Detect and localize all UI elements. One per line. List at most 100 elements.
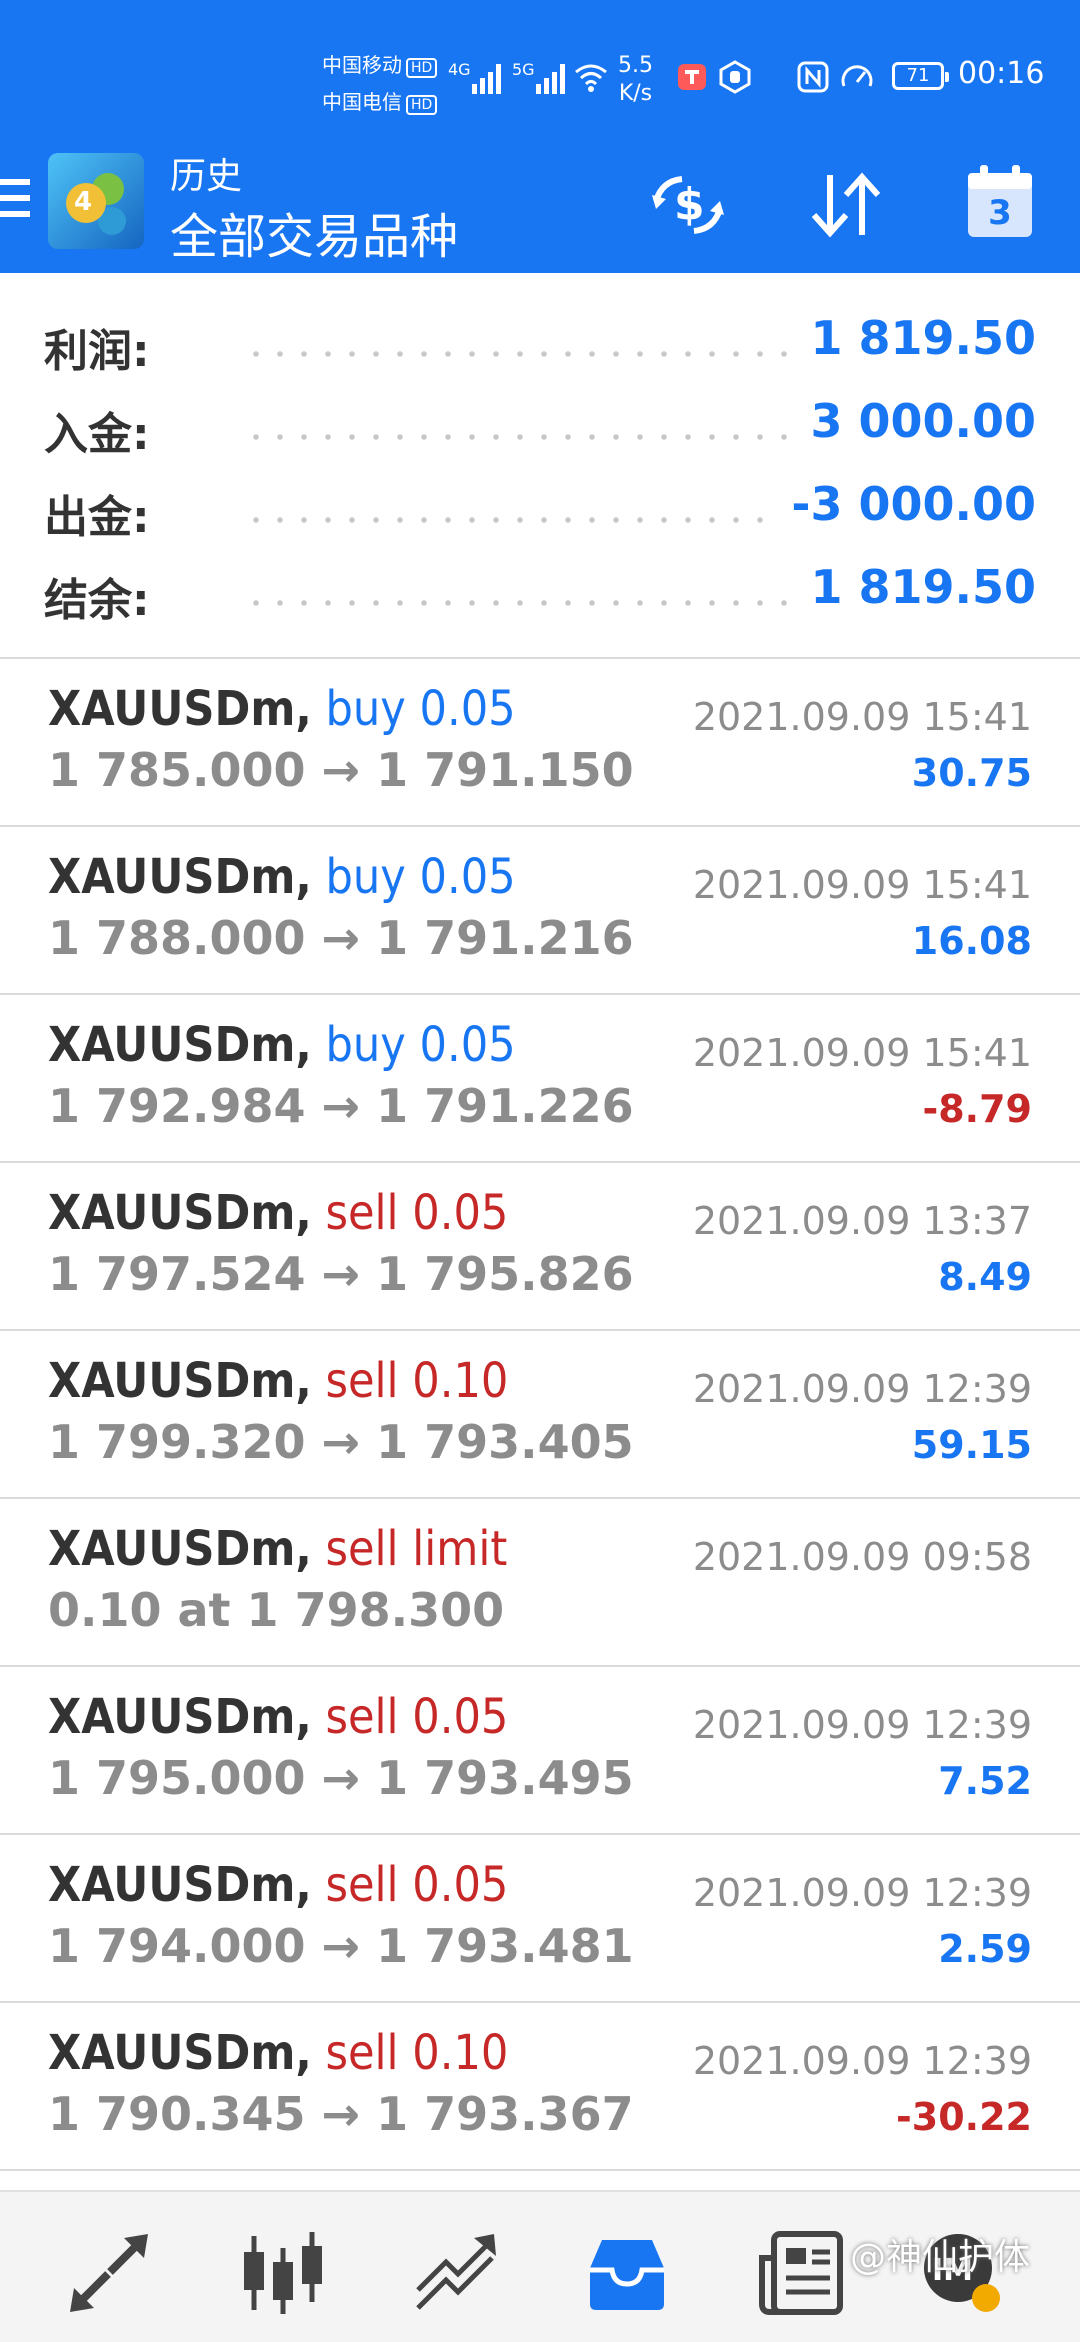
- trade-time: 2021.09.09 15:41: [692, 863, 1032, 907]
- app-notification-icon: [678, 64, 706, 90]
- trade-symbol: XAUUSDm,: [48, 1353, 312, 1409]
- trade-row[interactable]: XAUUSDm, sell 0.05 1 794.000 → 1 793.481 2…: [0, 1835, 1080, 2003]
- history-icon[interactable]: [582, 2228, 672, 2318]
- trade-prices: 1 794.000 → 1 793.481: [48, 1919, 634, 1973]
- summary-value: 1 819.50: [810, 560, 1036, 614]
- clock: 00:16: [958, 56, 1045, 91]
- trade-time: 2021.09.09 12:39: [692, 1703, 1032, 1747]
- trade-title: XAUUSDm, buy 0.05: [48, 681, 516, 737]
- trade-icon[interactable]: [412, 2228, 502, 2318]
- trade-prices: 1 799.320 → 1 793.405: [48, 1415, 634, 1469]
- trade-title: XAUUSDm, sell 0.05: [48, 1185, 508, 1241]
- trade-profit: 59.15: [911, 1423, 1032, 1467]
- chart-icon[interactable]: [238, 2228, 328, 2318]
- trade-symbol: XAUUSDm,: [48, 849, 312, 905]
- trade-title: XAUUSDm, buy 0.05: [48, 849, 516, 905]
- menu-icon[interactable]: [0, 179, 30, 225]
- summary-row-withdrawal: 出金: -3 000.00: [44, 467, 1036, 547]
- trade-type: buy 0.05: [325, 849, 516, 905]
- svg-text:$: $: [674, 179, 705, 230]
- trade-time: 2021.09.09 15:41: [692, 1031, 1032, 1075]
- summary-row-deposit: 入金: 3 000.00: [44, 384, 1036, 464]
- trade-time: 2021.09.09 15:41: [692, 695, 1032, 739]
- trade-prices: 1 788.000 → 1 791.216: [48, 911, 634, 965]
- trade-time: 2021.09.09 12:39: [692, 2039, 1032, 2083]
- trade-time: 2021.09.09 09:58: [692, 1535, 1032, 1579]
- network-speed: 5.5 K/s: [618, 52, 653, 108]
- app-bar: 4 历史 全部交易品种 $ 3: [0, 135, 1080, 273]
- trade-type: sell 0.10: [325, 2025, 509, 2081]
- summary-label: 利润:: [44, 326, 150, 377]
- dotted-leader: [244, 434, 796, 440]
- symbol-filter-title[interactable]: 全部交易品种: [170, 197, 458, 267]
- trade-profit: 16.08: [911, 919, 1032, 963]
- trade-type: sell limit: [325, 1521, 508, 1577]
- trade-time: 2021.09.09 12:39: [692, 1871, 1032, 1915]
- trade-time: 2021.09.09 13:37: [692, 1199, 1032, 1243]
- trade-title: XAUUSDm, sell 0.10: [48, 1353, 508, 1409]
- trade-symbol: XAUUSDm,: [48, 1689, 312, 1745]
- summary-value: -3 000.00: [791, 477, 1036, 531]
- trade-symbol: XAUUSDm,: [48, 681, 312, 737]
- summary-label: 结余:: [44, 575, 150, 626]
- trade-profit: 8.49: [938, 1255, 1032, 1299]
- trade-symbol: XAUUSDm,: [48, 1017, 312, 1073]
- hd-badge: HD: [406, 58, 438, 78]
- trade-symbol: XAUUSDm,: [48, 1521, 312, 1577]
- speed-unit: K/s: [618, 81, 653, 106]
- trade-title: XAUUSDm, sell 0.05: [48, 1857, 508, 1913]
- speedometer-icon: [841, 65, 873, 87]
- summary-panel: 利润: 1 819.50 入金: 3 000.00 出金: -3 000.00 …: [0, 273, 1080, 659]
- trade-row[interactable]: XAUUSDm, sell 0.10 1 799.320 → 1 793.405 2…: [0, 1331, 1080, 1499]
- trade-row[interactable]: XAUUSDm, sell 0.10 1 790.345 → 1 793.367 2…: [0, 2003, 1080, 2171]
- trade-profit: 7.52: [938, 1759, 1032, 1803]
- trade-prices: 1 797.524 → 1 795.826: [48, 1247, 634, 1301]
- trade-row[interactable]: XAUUSDm, sell 0.05 1 795.000 → 1 793.495 2…: [0, 1667, 1080, 1835]
- trade-prices: 1 785.000 → 1 791.150: [48, 743, 634, 797]
- quotes-icon[interactable]: [64, 2228, 154, 2318]
- status-bar: 中国移动 HD 中国电信 HD 4G 5G 5.5 K/s 71 00:16: [0, 0, 1080, 135]
- trade-profit: -30.22: [896, 2095, 1032, 2139]
- trade-symbol: XAUUSDm,: [48, 1857, 312, 1913]
- trade-row[interactable]: XAUUSDm, buy 0.05 1 785.000 → 1 791.150 20…: [0, 659, 1080, 827]
- trade-row[interactable]: XAUUSDm, buy 0.05 1 788.000 → 1 791.216 20…: [0, 827, 1080, 995]
- carrier-2: 中国电信: [322, 90, 402, 114]
- trade-title: XAUUSDm, sell limit: [48, 1521, 507, 1577]
- network-4g-label: 4G: [448, 60, 471, 79]
- trade-profit: 30.75: [911, 751, 1032, 795]
- trade-type: sell 0.05: [325, 1185, 509, 1241]
- dotted-leader: [244, 351, 796, 357]
- wifi-icon: [575, 64, 607, 92]
- dotted-leader: [244, 517, 776, 523]
- trade-row[interactable]: XAUUSDm, sell 0.05 1 797.524 → 1 795.826 2…: [0, 1163, 1080, 1331]
- page-subtitle: 历史: [170, 156, 243, 197]
- summary-row-balance: 结余: 1 819.50: [44, 550, 1036, 630]
- calendar-icon[interactable]: 3: [964, 163, 1036, 241]
- trade-row[interactable]: XAUUSDm, sell limit 0.10 at 1 798.300 2021…: [0, 1499, 1080, 1667]
- trade-symbol: XAUUSDm,: [48, 2025, 312, 2081]
- signal-bars-icon: [472, 58, 501, 94]
- hand-icon: [719, 60, 751, 94]
- carrier-1: 中国移动: [322, 53, 402, 77]
- trade-title: XAUUSDm, sell 0.05: [48, 1689, 508, 1745]
- trade-row[interactable]: XAUUSDm, buy 0.05 1 792.984 → 1 791.226 20…: [0, 995, 1080, 1163]
- summary-label: 出金:: [44, 492, 150, 543]
- trade-time: 2021.09.09 12:39: [692, 1367, 1032, 1411]
- summary-label: 入金:: [44, 409, 150, 460]
- summary-row-profit: 利润: 1 819.50: [44, 301, 1036, 381]
- trade-prices: 0.10 at 1 798.300: [48, 1583, 505, 1637]
- trade-type: buy 0.05: [325, 681, 516, 737]
- news-icon[interactable]: [756, 2228, 846, 2318]
- dotted-leader: [244, 600, 796, 606]
- trade-prices: 1 792.984 → 1 791.226: [48, 1079, 634, 1133]
- trade-profit: -8.79: [922, 1087, 1032, 1131]
- sort-icon[interactable]: [806, 165, 886, 245]
- speed-value: 5.5: [618, 53, 653, 78]
- trade-type: sell 0.05: [325, 1857, 509, 1913]
- currency-exchange-icon[interactable]: $: [648, 165, 728, 245]
- hd-badge: HD: [406, 95, 438, 115]
- nfc-icon: [797, 61, 829, 93]
- signal-bars-icon: [536, 58, 565, 94]
- trade-profit: 2.59: [938, 1927, 1032, 1971]
- summary-value: 1 819.50: [810, 311, 1036, 365]
